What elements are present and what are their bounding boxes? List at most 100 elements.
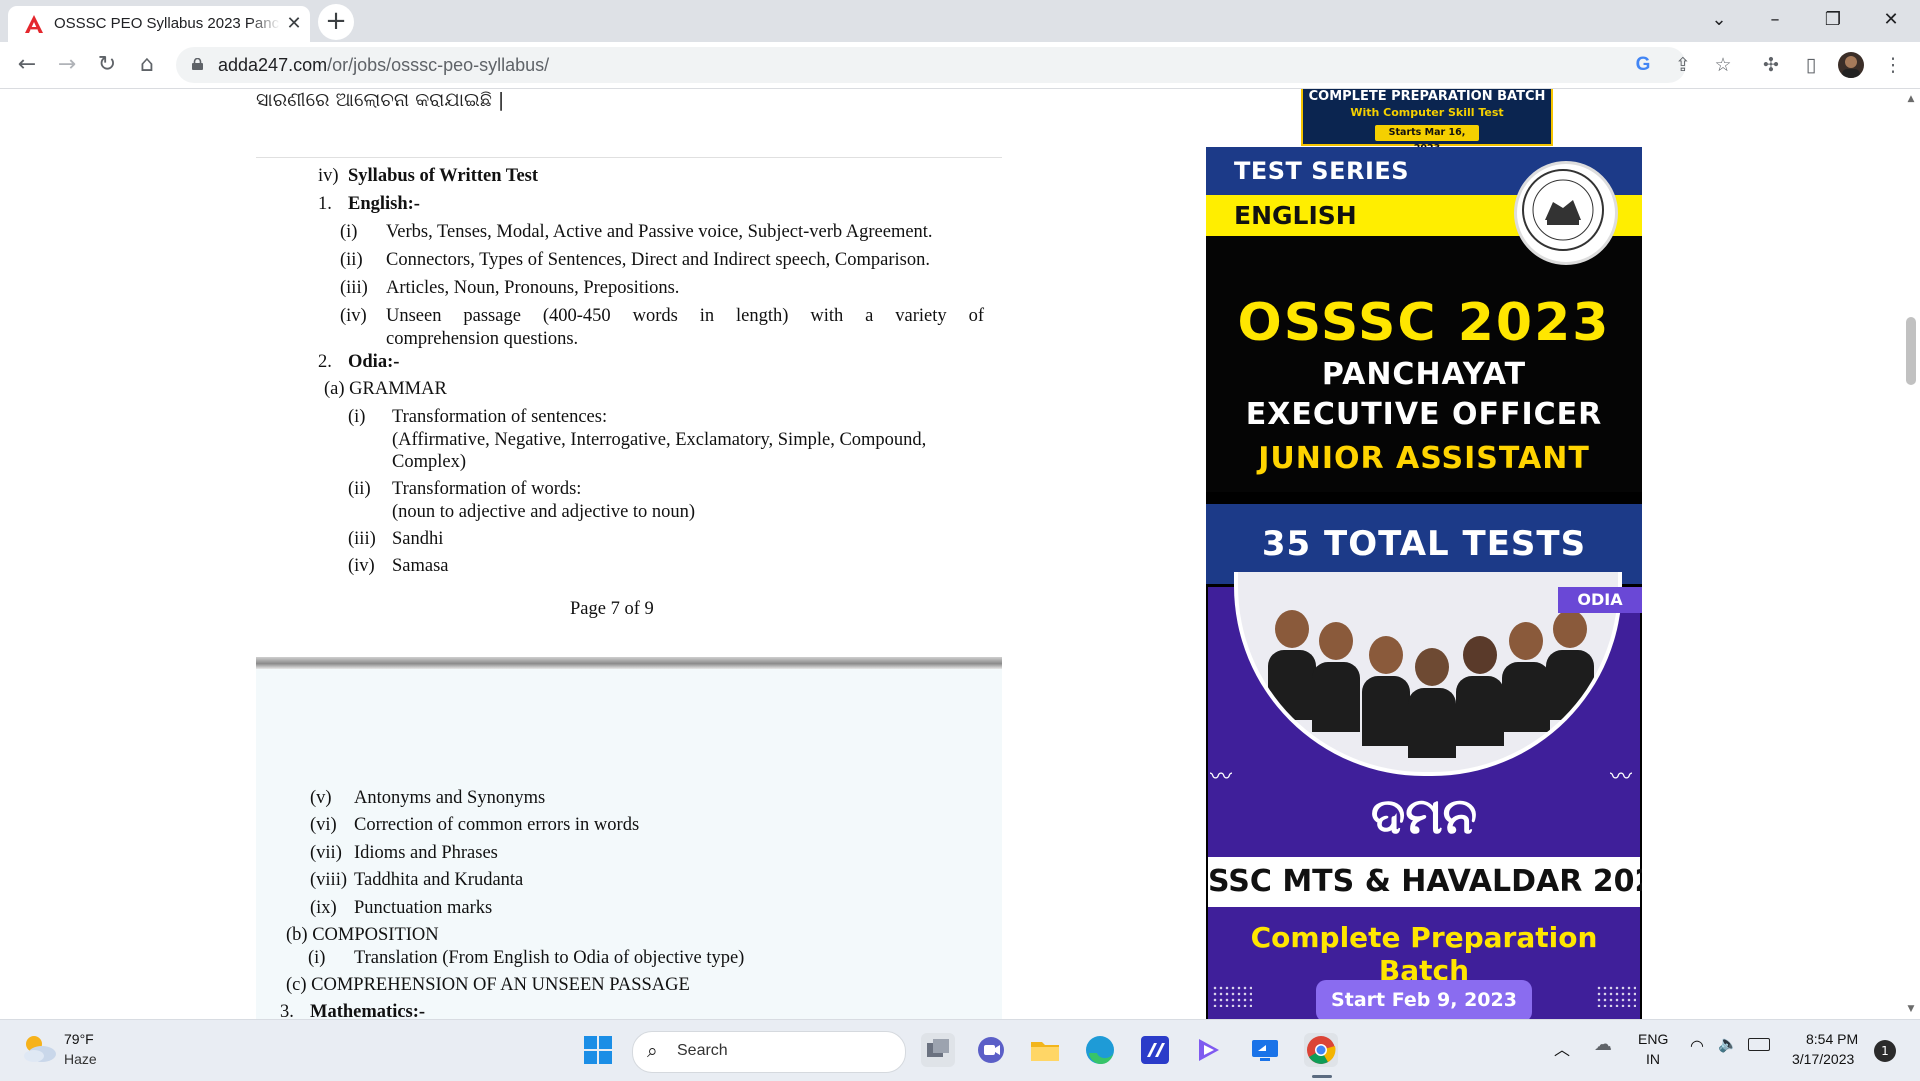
grammar-item-text: Correction of common errors in words (354, 815, 640, 835)
clock-time[interactable]: 8:54 PM (1806, 1031, 1858, 1047)
faculty-person (1362, 636, 1410, 746)
power-automate-icon[interactable] (1192, 1033, 1226, 1067)
section-title: Syllabus of Written Test (348, 166, 539, 186)
chrome-menu-icon[interactable]: ⋮ (1880, 52, 1906, 78)
battery-icon[interactable] (1748, 1038, 1770, 1051)
close-tab-icon[interactable]: ✕ (284, 14, 304, 34)
ad-post-1: PANCHAYAT (1321, 357, 1527, 392)
faculty-person (1456, 636, 1504, 746)
close-window-icon[interactable]: ✕ (1868, 6, 1914, 34)
google-translate-icon[interactable]: G (1632, 54, 1654, 76)
math-heading: Mathematics:- (310, 1002, 426, 1019)
weather-haze-icon[interactable] (20, 1032, 60, 1064)
syllabus-doc-page-7: iv) Syllabus of Written Test 1. English:… (256, 157, 1002, 658)
page-scrollbar[interactable]: ▲ ▼ (1902, 89, 1920, 1019)
grammar-item-num: (viii) (310, 870, 347, 890)
active-app-indicator (1312, 1075, 1332, 1078)
dots-decoration (1596, 985, 1636, 1007)
side-panel-icon[interactable]: ▯ (1798, 52, 1824, 78)
grammar-item-text: Antonyms and Synonyms (354, 788, 546, 808)
grammar-item-text-cont: (Affirmative, Negative, Interrogative, E… (392, 430, 927, 450)
onedrive-cloud-icon[interactable]: ☁ (1594, 1034, 1612, 1055)
ad-start-date-button[interactable]: Start Feb 9, 2023 (1316, 980, 1532, 1019)
language-indicator-eng[interactable]: ENG (1638, 1031, 1668, 1047)
back-arrow-icon[interactable]: ← (10, 48, 44, 82)
odia-heading: Odia:- (348, 352, 400, 372)
share-icon[interactable]: ⇪ (1672, 54, 1694, 76)
english-item-text: Connectors, Types of Sentences, Direct a… (386, 250, 930, 270)
faculty-person (1408, 648, 1456, 758)
odia-number: 2. (318, 352, 332, 372)
dots-decoration (1212, 985, 1252, 1007)
minimize-icon[interactable]: – (1752, 6, 1798, 34)
url-host: adda247.com (218, 55, 328, 75)
ad-total-tests: 35 TOTAL TESTS (1261, 524, 1587, 564)
new-tab-button[interactable]: + (318, 4, 354, 40)
test-series-ad-banner[interactable]: TEST SERIES ENGLISH OSSSC 2023 PANCHAYAT… (1206, 147, 1642, 1019)
taskbar-search-box[interactable]: ⌕ Search (632, 1031, 906, 1073)
grammar-item-num: (ii) (348, 479, 371, 499)
grammar-item-text: Sandhi (392, 529, 444, 549)
math-number: 3. (280, 1002, 294, 1019)
file-explorer-icon[interactable] (1028, 1033, 1062, 1067)
profile-avatar[interactable] (1838, 52, 1864, 78)
preparation-batch-ad[interactable]: COMPLETE PREPARATION BATCH With Computer… (1301, 89, 1553, 154)
task-view-icon[interactable] (921, 1033, 955, 1067)
composition-label: (b) COMPOSITION (286, 925, 439, 945)
weather-condition[interactable]: Haze (64, 1051, 97, 1067)
english-item-text: Verbs, Tenses, Modal, Active and Passive… (386, 222, 933, 242)
remote-desktop-icon[interactable] (1248, 1033, 1282, 1067)
grammar-item-text-cont: Complex) (392, 452, 466, 472)
page-number-label: Page 7 of 9 (570, 599, 654, 619)
english-item-num: (iii) (340, 278, 368, 298)
scrollbar-thumb[interactable] (1906, 317, 1916, 385)
wifi-icon[interactable]: ◠ (1690, 1036, 1704, 1056)
home-icon[interactable]: ⌂ (130, 48, 164, 82)
ad-ssc-band: SSC MTS & HAVALDAR 2023 (1208, 857, 1642, 907)
language-indicator-in[interactable]: IN (1646, 1051, 1660, 1067)
weather-temperature[interactable]: 79°F (64, 1031, 94, 1047)
english-item-text: Unseen passage (400-450 words in length)… (386, 306, 984, 326)
browser-tab[interactable]: OSSSC PEO Syllabus 2023 Panchayat ✕ (8, 6, 310, 42)
grammar-item-num: (iv) (348, 556, 375, 576)
edge-browser-icon[interactable] (1083, 1033, 1117, 1067)
tab-search-chevron-icon[interactable]: ⌄ (1696, 6, 1742, 34)
scroll-up-arrow-icon[interactable]: ▲ (1902, 91, 1920, 107)
ad-start-date: Starts Mar 16, 2023 (1375, 125, 1479, 154)
ad-line-2: With Computer Skill Test (1350, 106, 1504, 119)
english-item-num: (iv) (340, 306, 367, 326)
page-separator (256, 657, 1002, 669)
chrome-browser-icon[interactable] (1304, 1033, 1338, 1067)
forward-arrow-icon[interactable]: → (50, 48, 84, 82)
ad-exam-title: OSSSC 2023 (1237, 293, 1611, 353)
ad-post-2: EXECUTIVE OFFICER (1245, 397, 1603, 432)
url-text: adda247.com/or/jobs/osssc-peo-syllabus/ (218, 55, 549, 76)
notification-badge[interactable]: 1 (1874, 1040, 1896, 1062)
reload-icon[interactable]: ↻ (90, 48, 124, 82)
restore-icon[interactable]: ❐ (1810, 6, 1856, 34)
grammar-item-text: Transformation of words: (392, 479, 582, 499)
ad-odia-title: ଦମନ (1370, 787, 1478, 845)
syllabus-doc-page-8: (v) Antonyms and Synonyms (vi) Correctio… (256, 669, 1002, 1019)
faculty-person (1546, 610, 1594, 720)
windows-start-icon[interactable] (584, 1036, 614, 1066)
grammar-item-num: (v) (310, 788, 332, 808)
teams-chat-icon[interactable] (974, 1033, 1008, 1067)
extensions-puzzle-icon[interactable]: ✣ (1758, 52, 1784, 78)
clock-date[interactable]: 3/17/2023 (1792, 1051, 1854, 1067)
show-hidden-icons-chevron-icon[interactable]: ︿ (1554, 1036, 1570, 1060)
ad-language-label: ENGLISH (1234, 201, 1357, 230)
grammar-item-num: (i) (348, 407, 366, 427)
ad-odia-tag: ODIA (1558, 587, 1642, 613)
volume-icon[interactable]: 🔈 (1718, 1034, 1738, 1054)
faculty-person (1502, 622, 1550, 732)
ad-post-3: JUNIOR ASSISTANT (1258, 441, 1590, 476)
comprehension-label: (c) COMPREHENSION OF AN UNSEEN PASSAGE (286, 975, 690, 995)
grammar-item-text: Idioms and Phrases (354, 843, 498, 863)
adda247-logo-icon (25, 15, 43, 33)
address-bar[interactable]: adda247.com/or/jobs/osssc-peo-syllabus/ … (176, 47, 1732, 83)
bookmark-star-icon[interactable]: ☆ (1712, 54, 1734, 76)
faculty-person (1312, 622, 1360, 732)
visual-studio-icon[interactable] (1138, 1033, 1172, 1067)
scroll-down-arrow-icon[interactable]: ▼ (1902, 1001, 1920, 1017)
